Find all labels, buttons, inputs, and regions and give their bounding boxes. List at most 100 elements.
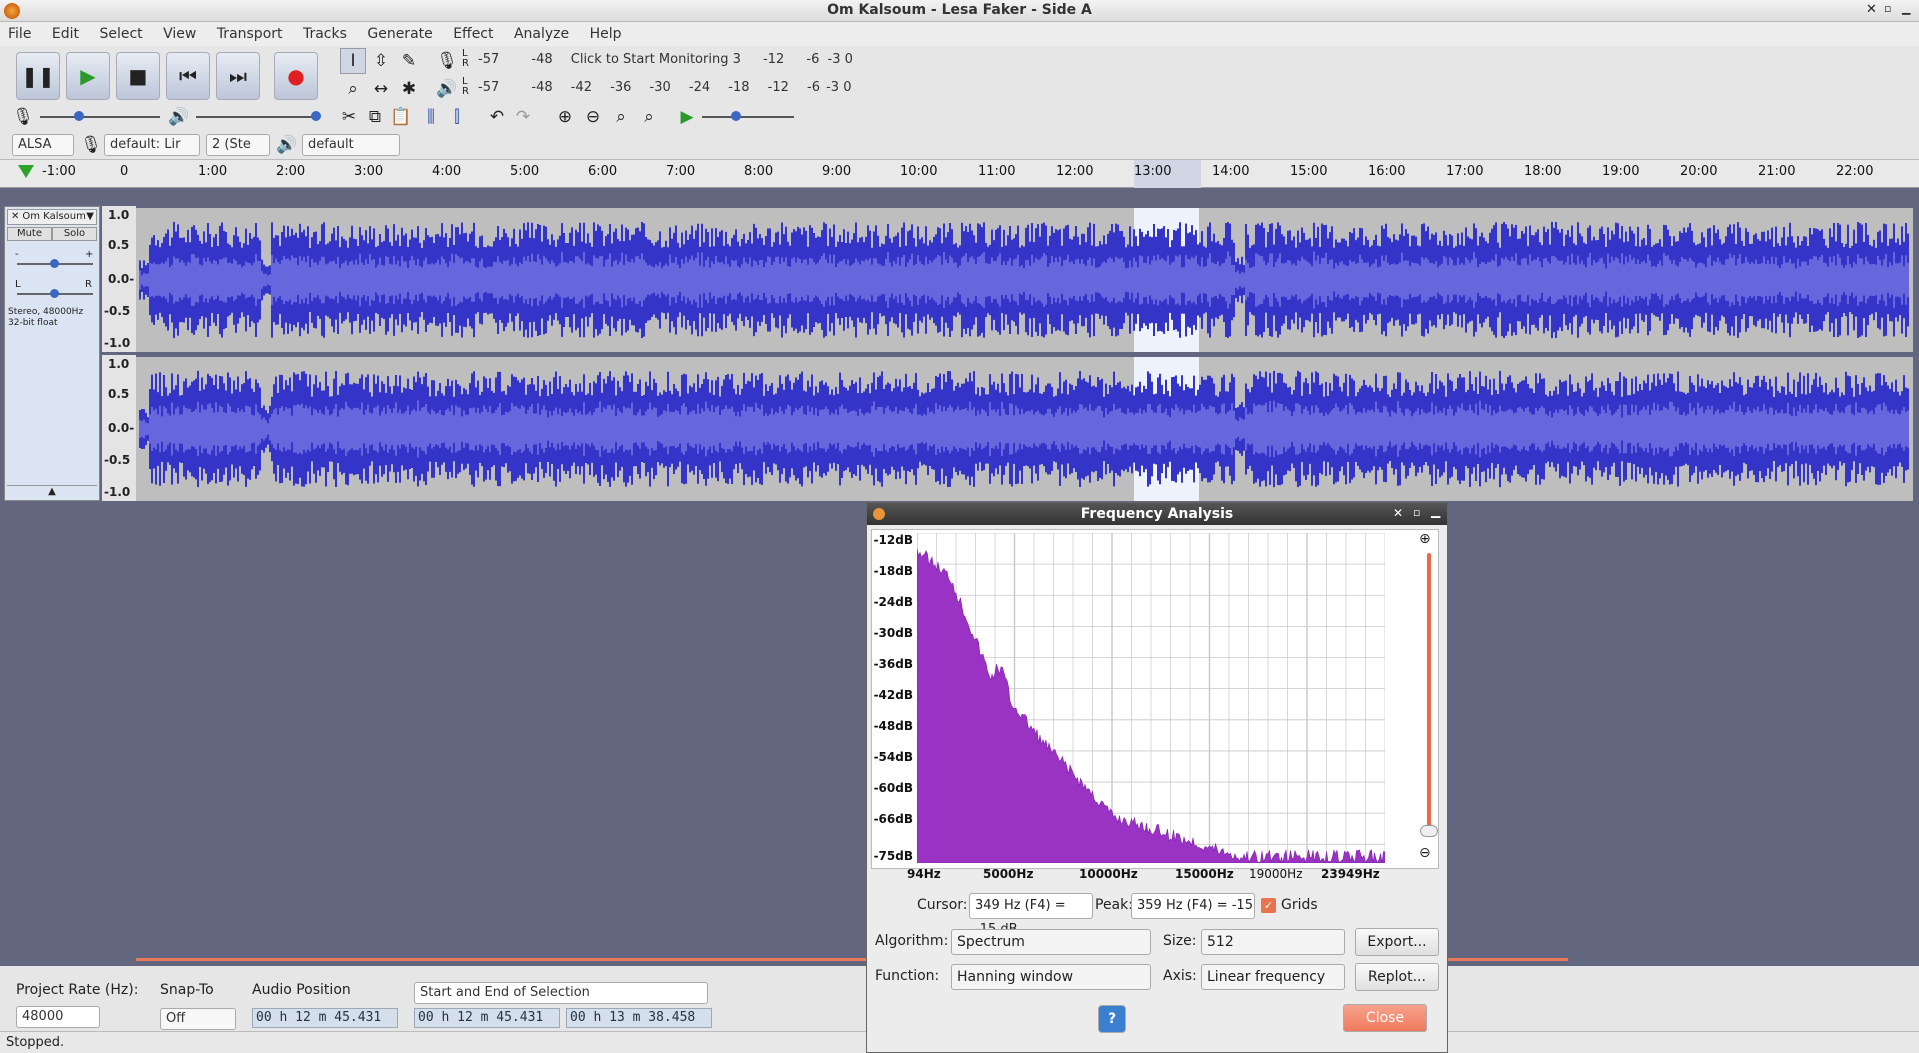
algorithm-select[interactable]: Spectrum xyxy=(951,929,1151,955)
ruler-tick: 2:00 xyxy=(276,164,306,179)
function-select[interactable]: Hanning window xyxy=(951,964,1151,990)
pan-thumb[interactable] xyxy=(50,289,59,298)
project-rate-select[interactable]: 48000 xyxy=(16,1006,100,1028)
copy-button[interactable]: ⧉ xyxy=(362,104,388,130)
help-button[interactable]: ? xyxy=(1098,1005,1126,1033)
gain-thumb[interactable] xyxy=(50,259,59,268)
paste-button[interactable]: 📋 xyxy=(388,104,414,130)
selection-mode-select[interactable]: Start and End of Selection xyxy=(414,982,708,1004)
db-tick-label: -48dB xyxy=(873,719,913,733)
fit-project-button[interactable]: ⌕ xyxy=(636,104,662,130)
dialog-app-icon xyxy=(873,508,885,520)
menu-select[interactable]: Select xyxy=(99,26,142,42)
peak-value-field[interactable]: 359 Hz (F4) = -15.8 dB xyxy=(1131,893,1255,919)
dialog-minimize-icon[interactable]: ▁ xyxy=(1431,504,1440,518)
record-meter-button[interactable]: 🎙 xyxy=(434,48,460,74)
fit-project-icon: ⌕ xyxy=(644,107,654,127)
minimize-window-icon[interactable]: ▁ xyxy=(1902,2,1910,15)
record-meter[interactable]: -57 -48 Click to Start Monitoring 3 -12 … xyxy=(478,52,853,74)
skip-to-start-button[interactable]: ⏮ xyxy=(166,52,210,100)
playback-meter[interactable]: -57 -48 -42 -36 -30 -24 -18 -12 -6 -3 0 xyxy=(478,80,852,102)
playback-volume-thumb[interactable] xyxy=(311,111,321,121)
track-close-icon[interactable]: ✕ xyxy=(11,211,19,222)
dialog-maximize-icon[interactable]: ▫ xyxy=(1413,506,1420,519)
db-tick-label: -75dB xyxy=(873,849,913,863)
zoom-in-vertical-icon[interactable]: ⊕ xyxy=(1419,531,1431,547)
mute-button[interactable]: Mute xyxy=(7,227,52,241)
axis-select[interactable]: Linear frequency xyxy=(1201,964,1345,990)
track-name-menu[interactable]: Om Kalsoum xyxy=(22,211,86,222)
solo-button[interactable]: Solo xyxy=(52,227,97,241)
dialog-close-icon[interactable]: ✕ xyxy=(1393,506,1403,520)
fit-selection-button[interactable]: ⌕ xyxy=(608,104,634,130)
cursor-value-field[interactable]: 349 Hz (F4) = -15 dB xyxy=(969,893,1093,937)
menu-generate[interactable]: Generate xyxy=(367,26,432,42)
recording-device-select[interactable]: default: Lir xyxy=(104,134,200,156)
size-select[interactable]: 512 xyxy=(1201,929,1345,955)
menu-edit[interactable]: Edit xyxy=(52,26,79,42)
silence-button[interactable]: ⫿ xyxy=(444,104,470,130)
draw-tool[interactable]: ✎ xyxy=(396,48,422,74)
replot-button[interactable]: Replot... xyxy=(1355,963,1439,991)
timeline-ruler[interactable]: -1:00 0 1:00 2:00 3:00 4:00 5:00 6:00 7:00 8:00 9:… xyxy=(0,160,1919,188)
play-speed-slider[interactable] xyxy=(702,116,794,118)
channels-select[interactable]: 2 (Ste xyxy=(206,134,270,156)
ruler-tick: 18:00 xyxy=(1524,164,1562,179)
collapse-track-button[interactable]: ▲ xyxy=(7,485,97,499)
playback-volume-slider[interactable] xyxy=(196,116,316,118)
audio-position-field[interactable]: 00 h 12 m 45.431 s xyxy=(252,1008,398,1043)
stop-button[interactable]: ■ xyxy=(116,52,160,100)
menu-analyze[interactable]: Analyze xyxy=(514,26,569,42)
spectrum-plot[interactable] xyxy=(917,533,1385,863)
redo-button[interactable]: ↷ xyxy=(510,104,536,130)
record-volume-slider[interactable] xyxy=(40,116,160,118)
time-shift-tool[interactable]: ↔ xyxy=(368,76,394,102)
frequency-analysis-dialog: Frequency Analysis ✕ ▫ ▁ ⊕ ⊖ Cursor: 349… xyxy=(866,502,1448,1053)
vertical-zoom-slider[interactable] xyxy=(1427,553,1431,833)
menu-effect[interactable]: Effect xyxy=(453,26,493,42)
vertical-zoom-thumb[interactable] xyxy=(1420,825,1438,837)
play-speed-thumb[interactable] xyxy=(731,111,741,121)
zoom-tool[interactable]: ⌕ xyxy=(340,76,366,102)
zoom-in-button[interactable]: ⊕ xyxy=(552,104,578,130)
maximize-window-icon[interactable]: ▫ xyxy=(1884,2,1891,15)
play-head-marker-icon[interactable] xyxy=(18,165,34,178)
zoom-out-button[interactable]: ⊖ xyxy=(580,104,606,130)
play-button[interactable]: ▶ xyxy=(66,52,110,100)
db-tick-label: -12dB xyxy=(873,533,913,547)
microphone-icon: 🎙 xyxy=(436,51,458,71)
record-button[interactable]: ● xyxy=(274,52,318,100)
menu-file[interactable]: File xyxy=(8,26,31,42)
undo-button[interactable]: ↶ xyxy=(484,104,510,130)
envelope-tool[interactable]: ⇳ xyxy=(368,48,394,74)
menu-transport[interactable]: Transport xyxy=(217,26,283,42)
export-button[interactable]: Export... xyxy=(1355,928,1439,956)
zoom-out-vertical-icon[interactable]: ⊖ xyxy=(1419,845,1431,861)
db-tick-label: -54dB xyxy=(873,750,913,764)
track-menu-arrow-icon[interactable]: ▼ xyxy=(86,210,94,224)
play-at-speed-button[interactable]: ▶ xyxy=(674,104,700,130)
waveform-right-channel[interactable] xyxy=(136,357,1913,501)
selection-tool[interactable]: I xyxy=(340,48,366,74)
project-rate-label: Project Rate (Hz): xyxy=(16,982,139,998)
menu-view[interactable]: View xyxy=(163,26,196,42)
snap-to-select[interactable]: Off xyxy=(160,1008,236,1030)
close-window-icon[interactable]: ✕ xyxy=(1866,2,1877,17)
trim-button[interactable]: ⫼ xyxy=(418,104,444,130)
multi-tool[interactable]: ✱ xyxy=(396,76,422,102)
playback-meter-button[interactable]: 🔊 xyxy=(434,76,460,102)
pause-button[interactable]: ❚❚ xyxy=(16,52,60,100)
grids-checkbox[interactable]: ✓ xyxy=(1261,898,1276,913)
close-button[interactable]: Close xyxy=(1343,1004,1427,1032)
waveform-left-channel[interactable] xyxy=(136,208,1913,352)
playback-device-select[interactable]: default xyxy=(302,134,400,156)
menu-help[interactable]: Help xyxy=(590,26,622,42)
play-lr: LR xyxy=(462,76,469,97)
menu-tracks[interactable]: Tracks xyxy=(303,26,347,42)
cut-button[interactable]: ✂ xyxy=(336,104,362,130)
record-volume-thumb[interactable] xyxy=(74,111,84,121)
selection-start-field[interactable]: 00 h 12 m 45.431 s xyxy=(414,1008,560,1043)
audio-host-select[interactable]: ALSA xyxy=(12,134,74,156)
skip-to-end-button[interactable]: ⏭ xyxy=(216,52,260,100)
selection-end-field[interactable]: 00 h 13 m 38.458 s xyxy=(566,1008,712,1043)
